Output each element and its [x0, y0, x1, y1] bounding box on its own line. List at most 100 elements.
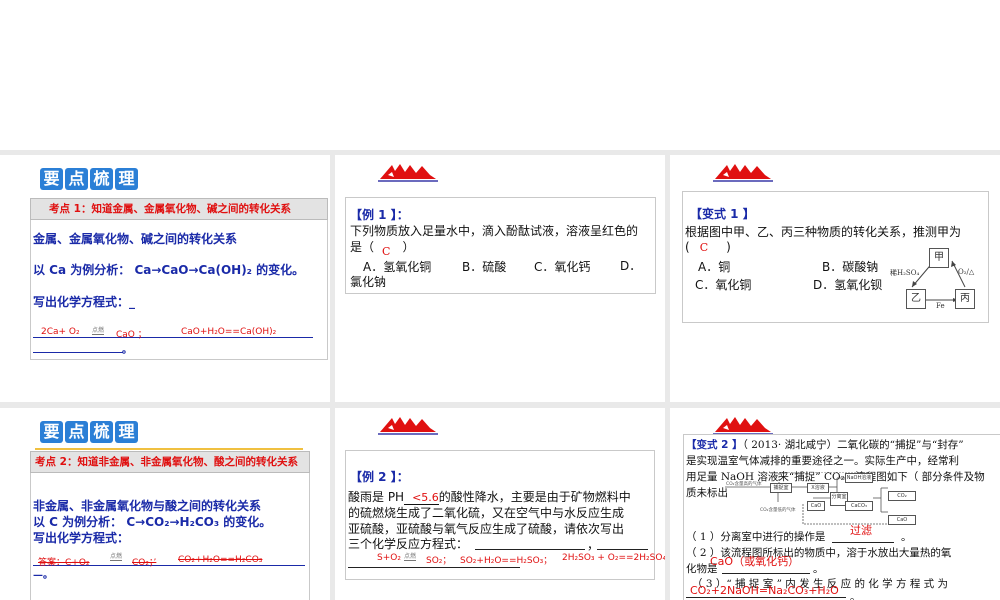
- answer-text: 2Ca+ O₂: [41, 327, 80, 337]
- blank-line: [597, 549, 648, 550]
- logo-icon: [713, 416, 773, 435]
- edge-label: O₂/△: [958, 268, 975, 276]
- question-text: 下列物质放入足量水中，滴入酚酞试液，溶液呈红色的是（ C）: [350, 223, 645, 258]
- slide-nonmetal-conversion[interactable]: 要点梳理 考点 2：知道非金属、非金属氧化物、酸之间的转化关系 非金属、非金属氧…: [0, 408, 330, 600]
- condition-label: 点燃: [110, 553, 123, 561]
- flow-co2: CO₂: [888, 491, 916, 501]
- answer-text: CaO+H₂O==Ca(OH)₂: [181, 327, 277, 337]
- logo-icon: [378, 163, 438, 182]
- answer-underline: [33, 337, 313, 338]
- comma: ，: [587, 538, 600, 552]
- question-line: 酸雨是 PH <5.6的酸性降水，主要是由于矿物燃料中: [348, 488, 631, 505]
- badge-char: 梳: [90, 421, 113, 443]
- paren-close: ）: [402, 240, 415, 254]
- variant-title: 【变式 1 】: [690, 207, 755, 221]
- flow-x-solution: X溶液: [807, 483, 829, 493]
- badge-char: 要: [40, 421, 63, 443]
- node-jia: 甲: [929, 248, 949, 268]
- question-text: （ 2013· 湖北咸宁）二氧化碳的“捕捉”与“封存”: [742, 439, 964, 451]
- question-line: 的硫燃烧生成了二氧化硫，又在空气中与水反应生成: [348, 506, 625, 520]
- slide-metal-conversion[interactable]: 要点梳理 考点 1：知道金属、金属氧化物、碱之间的转化关系 金属、金属氧化物、碱…: [0, 155, 330, 402]
- badge-char: 点: [65, 421, 88, 443]
- answer-text: 过滤: [850, 524, 872, 537]
- option: D．氢氧化钡: [813, 278, 883, 292]
- variant-title: 【变式 2 】: [686, 439, 743, 451]
- question-line: （ 1 ）分离室中进行的操作是: [686, 531, 826, 543]
- node-bing: 丙: [955, 289, 975, 309]
- answer-text: CaO ；: [116, 330, 147, 340]
- answer-text: CO₂；’: [132, 558, 157, 568]
- answer-text: CaO（或氧化钙）: [710, 555, 800, 568]
- condition-label: 点燃: [92, 327, 105, 335]
- badge-char: 理: [115, 168, 138, 190]
- flow-capture-room: 捕捉室: [770, 483, 792, 493]
- key-points-badge: 要点梳理: [40, 168, 140, 190]
- topic-header: 考点 2：知道非金属、非金属氧化物、酸之间的转化关系: [30, 451, 310, 473]
- option: A．铜: [698, 260, 731, 274]
- option: D．氯化钠: [350, 259, 642, 289]
- logo-icon: [713, 163, 773, 182]
- question-text: 酸雨是 PH: [348, 490, 405, 504]
- period: 。: [901, 531, 912, 543]
- answer-text: CO₂+H₂O==H₂CO₃: [178, 555, 263, 565]
- condition-label: 点燃: [404, 553, 417, 561]
- badge-char: 理: [115, 421, 138, 443]
- text-line: 非金属、非金属氧化物与酸之间的转化关系: [33, 499, 262, 513]
- slide-variant-2[interactable]: 【变式 2 】（ 2013· 湖北咸宁）二氧化碳的“捕捉”与“封存” 是实现温室…: [670, 408, 1000, 600]
- answer-letter: C: [382, 245, 391, 258]
- paren-close: ): [726, 240, 731, 254]
- text-line: 金属、金属氧化物、碱之间的转化关系: [33, 232, 238, 246]
- question-text: 的酸性降水，主要是由于矿物燃料中: [438, 490, 631, 504]
- blank-line: [348, 567, 520, 568]
- flow-cao: CaO: [807, 501, 825, 511]
- answer-text: SO₂+H₂O==H₂SO₃；: [460, 556, 553, 566]
- flow-label: CO₂含量高的气体: [726, 482, 762, 487]
- example-title: 【例 2 】：: [350, 470, 409, 484]
- answer-text: <5.6: [404, 491, 439, 505]
- answer-text: S+O₂: [377, 553, 401, 563]
- end-mark: —。: [33, 570, 53, 581]
- question-line: 是实现温室气体减排的重要途径之一。实际生产中，经常利: [686, 455, 959, 467]
- flow-caco3: CaCO₃: [845, 501, 873, 511]
- answer-letter: C: [699, 241, 709, 254]
- period: 。: [850, 591, 861, 600]
- option: B．碳酸钠: [822, 260, 879, 274]
- slide-example-1[interactable]: 【例 1 】： 下列物质放入足量水中，滴入酚酞试液，溶液呈红色的是（ C） A．氢…: [335, 155, 665, 402]
- answer-text: CO₂+2NaOH=Na₂CO₃+H₂O: [690, 584, 839, 597]
- text-line: 以 Ca 为例分析： Ca→CaO→Ca(OH)₂ 的变化。: [33, 263, 305, 277]
- answer-underline: [33, 352, 123, 353]
- option: C．氧化铜: [695, 278, 752, 292]
- answer-paren: ( C): [685, 240, 731, 254]
- period: 。: [813, 563, 824, 575]
- edge-label: Fe: [936, 302, 945, 310]
- end-mark: 。: [122, 345, 132, 356]
- question-text: 根据图中甲、乙、丙三种物质的转化关系，推测甲为: [685, 225, 962, 239]
- paren-open: (: [685, 240, 690, 254]
- topic-header: 考点 1：知道金属、金属氧化物、碱之间的转化关系: [30, 198, 328, 220]
- blank-line: [832, 542, 894, 543]
- node-yi: 乙: [906, 289, 926, 309]
- question-line: 【变式 2 】（ 2013· 湖北咸宁）二氧化碳的“捕捉”与“封存”: [686, 437, 964, 452]
- example-title: 【例 1 】：: [350, 208, 409, 222]
- edge-label: 稀H₂SO₄: [890, 269, 920, 277]
- slide-variant-1[interactable]: 【变式 1 】 根据图中甲、乙、丙三种物质的转化关系，推测甲为 (C) A．铜 …: [670, 155, 1000, 402]
- slide-example-2[interactable]: 【例 2 】： 酸雨是 PH <5.6的酸性降水，主要是由于矿物燃料中 的硫燃烧生…: [335, 408, 665, 600]
- divider: [35, 448, 303, 450]
- blank-line: [475, 549, 585, 550]
- key-points-badge: 要点梳理: [40, 421, 140, 443]
- question-line: 三个化学反应方程式：: [348, 537, 469, 551]
- badge-char: 点: [65, 168, 88, 190]
- blank-line: [722, 573, 810, 574]
- flow-label: CO₂含量低的气体: [760, 508, 796, 513]
- badge-char: 要: [40, 168, 63, 190]
- text-line: 写出化学方程式：_: [33, 295, 136, 309]
- question-line: 质未标出: [686, 487, 728, 499]
- text-line: 以 C 为例分析： C→CO₂→H₂CO₃ 的变化。: [33, 515, 272, 529]
- flow-naoh: NaOH溶液: [845, 473, 873, 483]
- flow-cao: CaO: [888, 515, 916, 525]
- badge-char: 梳: [90, 168, 113, 190]
- answer-text: 2H₂SO₃ + O₂==2H₂SO₄: [562, 553, 665, 563]
- blank-line: [686, 597, 846, 598]
- logo-icon: [378, 416, 438, 435]
- text-line: 写出化学方程式：: [33, 531, 130, 545]
